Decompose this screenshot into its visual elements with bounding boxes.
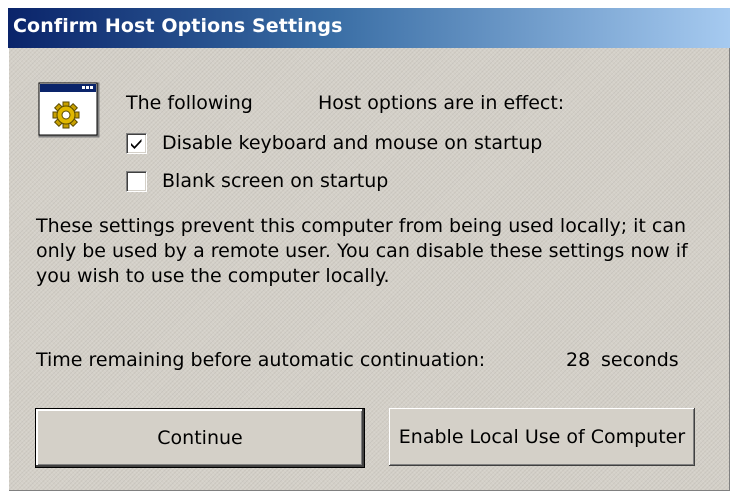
enable-local-use-button-label: Enable Local Use of Computer <box>398 426 686 448</box>
disable-input-checkbox[interactable] <box>126 133 147 154</box>
countdown-value: 28 <box>566 349 591 371</box>
disable-input-label[interactable]: Disable keyboard and mouse on startup <box>162 132 542 154</box>
window-gear-icon <box>38 82 100 138</box>
title-bar[interactable]: Confirm Host Options Settings <box>8 8 730 48</box>
countdown-label: Time remaining before automatic continua… <box>36 349 486 371</box>
confirm-host-options-dialog: Confirm Host Options Settings The follow… <box>8 8 730 491</box>
enable-local-use-button[interactable]: Enable Local Use of Computer <box>389 408 695 466</box>
blank-screen-checkbox[interactable] <box>126 171 147 192</box>
continue-button-label: Continue <box>157 427 243 449</box>
intro-text-right: Host options are in effect: <box>318 92 565 114</box>
countdown-unit: seconds <box>601 349 679 371</box>
explanation-text: These settings prevent this computer fro… <box>36 215 688 287</box>
intro-text-left: The following <box>126 92 253 114</box>
checkmark-icon <box>131 139 142 149</box>
window-title: Confirm Host Options Settings <box>13 15 343 37</box>
continue-button[interactable]: Continue <box>35 408 365 468</box>
blank-screen-label[interactable]: Blank screen on startup <box>162 170 388 192</box>
